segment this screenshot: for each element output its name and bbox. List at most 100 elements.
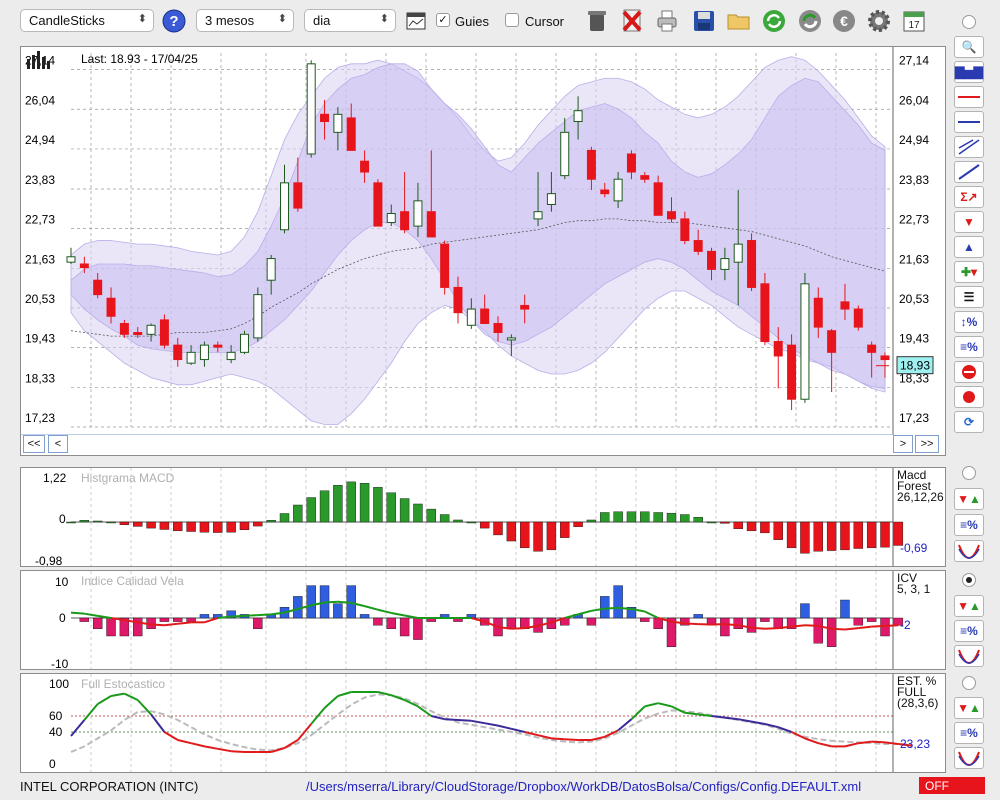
stoch-k-segment [497,724,512,730]
fibonacci-icon[interactable]: Σ↗ [954,186,984,208]
interval-select[interactable]: dia ⬍ [304,9,396,32]
icv-bar [173,617,183,622]
zoom-icon[interactable]: 🔍 [954,36,984,58]
arrow-down-icon[interactable]: ▼ [954,211,984,233]
delete-file-icon[interactable] [618,7,645,34]
stoch-k-segment [444,718,459,721]
print-icon[interactable] [653,7,680,34]
icv-bar [693,614,703,619]
cursor-checkbox[interactable] [505,13,519,27]
macd-bar [386,492,396,523]
percent-lines-icon[interactable]: ≡% [954,336,984,358]
last-value-label: 18,93 [900,359,930,373]
icv-bar [800,603,810,619]
lines-icon[interactable]: ☰ [954,286,984,308]
candle-body [493,322,503,334]
candle-body [173,344,183,361]
icv-signal-segment [337,600,352,604]
panel-radio-stoch[interactable] [962,676,976,690]
icv-chart[interactable]: Indice Calidad Vela 10 0 -10 [21,571,945,669]
open-folder-icon[interactable] [725,7,752,34]
macd-bar [640,511,650,523]
chart-type-select[interactable]: CandleSticks ⬍ [20,9,154,32]
candle-body [466,308,476,326]
nav-last-button[interactable]: >> [915,435,939,453]
nav-first-button[interactable]: << [23,435,45,453]
macd-bar [680,514,690,523]
stoch-k-segment [177,739,192,745]
icv-signal-segment [577,609,592,616]
icv-bar [600,596,610,619]
trendline-icon[interactable] [954,161,984,183]
icv-signal-segment [84,612,98,617]
no-entry-icon[interactable] [954,361,984,383]
macd-bar [439,514,450,523]
icv-signal-segment [257,613,272,617]
percent-range-icon[interactable]: ↕% [954,311,984,333]
stoch-k-segment [818,742,832,748]
add-marker-icon[interactable]: ✚ ▾ [954,261,984,283]
icv-signal-segment [604,606,619,610]
refresh-icon[interactable] [760,7,787,34]
stoch-arrows-icon[interactable]: ▼ ▲ [954,697,984,719]
nav-next-button[interactable]: > [893,435,913,453]
panel-radio-icv[interactable] [962,573,976,587]
candle-body [560,131,570,177]
record-icon[interactable] [954,386,984,408]
candle-body [520,304,530,310]
candle-body [280,182,290,231]
icv-bar [333,603,343,619]
icv-bar [92,617,103,630]
macd-bar [786,521,797,549]
stoch-chart[interactable]: Full Estocastico 100 60 40 0 [21,674,945,772]
stoch-k-segment [457,719,472,722]
macd-curve-icon[interactable] [954,540,984,562]
period-select[interactable]: 3 mesos ⬍ [196,9,294,32]
macd-bar [546,521,557,551]
candle-body [800,283,810,400]
calendar-icon[interactable]: 17 [900,7,927,34]
guides-label: Guies [455,14,489,29]
macd-percent-icon[interactable]: ≡% [954,514,984,536]
status-badge: OFF [919,777,985,794]
blue-line-icon[interactable] [954,111,984,133]
panel-radio-main[interactable] [962,15,976,29]
macd-arrows-icon[interactable]: ▼ ▲ [954,488,984,510]
icv-arrows-icon[interactable]: ▼ ▲ [954,595,984,617]
icv-signal-segment [684,622,699,626]
macd-chart[interactable]: Histgrama MACD 1,22 0 -0,98 [21,468,945,566]
stoch-k-segment [323,695,339,709]
price-chart[interactable]: 27,14 27,1426,04 26,0424,94 24,9423,83 23,83… [21,47,945,435]
guides-checkbox[interactable]: ✓ [436,13,450,27]
candle-body [666,211,676,220]
gear-icon[interactable] [865,7,892,34]
stoch-curve-icon[interactable] [954,747,984,769]
help-icon[interactable]: ? [160,7,187,34]
sync-icon[interactable] [796,7,823,34]
candle-body [93,279,103,296]
icv-bar [586,617,597,626]
icv-percent-icon[interactable]: ≡% [954,620,984,642]
chart-settings-icon[interactable] [402,7,429,34]
red-line-icon[interactable] [954,86,984,108]
icv-curve-icon[interactable] [954,645,984,667]
stoch-percent-icon[interactable]: ≡% [954,722,984,744]
nav-prev-button[interactable]: < [48,435,68,453]
panel-title: Indice Calidad Vela [81,574,184,588]
y-tick-label-left: 17,23 [25,411,55,425]
candle-body [613,178,623,202]
icv-bar [720,617,730,637]
channel-icon[interactable] [954,136,984,158]
save-icon[interactable] [690,7,717,34]
trash-icon[interactable] [583,7,610,34]
config-path-link[interactable]: /Users/mserra/Library/CloudStorage/Dropb… [306,779,861,794]
icv-bar [506,617,517,630]
icv-bar [133,617,143,637]
arrow-up-icon[interactable]: ▲ [954,236,984,258]
currency-icon[interactable]: € [830,7,857,34]
panel-radio-macd[interactable] [962,466,976,480]
stoch-k-segment [97,695,112,705]
bar-chart-icon[interactable]: ▇▅▇ [954,61,984,83]
reload-icon[interactable]: ⟳ [954,411,984,433]
icv-value: -2 [900,618,911,632]
